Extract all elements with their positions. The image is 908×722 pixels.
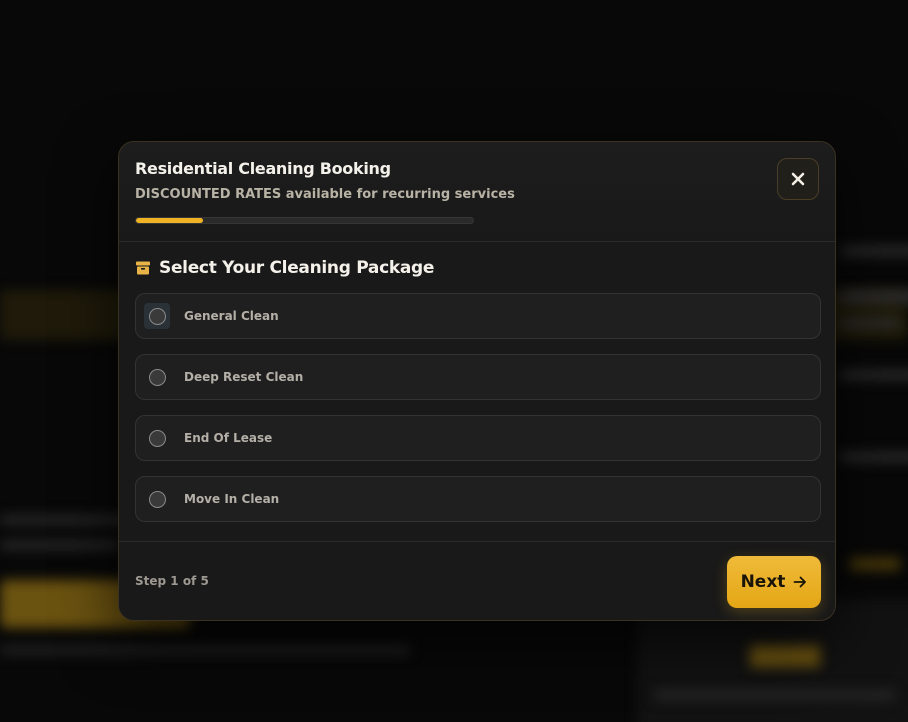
background-text-line	[840, 370, 908, 380]
radio-button[interactable]	[148, 307, 166, 325]
background-text-line	[840, 246, 908, 256]
radio-button[interactable]	[148, 490, 166, 508]
modal-footer: Step 1 of 5 Next	[119, 541, 835, 620]
radio-wrap	[144, 425, 170, 451]
background-text-line	[0, 540, 120, 550]
radio-focus-ring	[144, 303, 170, 329]
package-option-move-in-clean[interactable]: Move In Clean	[135, 476, 821, 522]
option-label: General Clean	[184, 309, 279, 323]
modal-header: Residential Cleaning Booking DISCOUNTED …	[119, 142, 835, 242]
section-title: Select Your Cleaning Package	[159, 258, 435, 278]
background-text-line	[0, 645, 410, 655]
modal-title: Residential Cleaning Booking	[135, 159, 391, 178]
step-indicator: Step 1 of 5	[135, 574, 209, 588]
next-button[interactable]: Next	[727, 556, 821, 608]
background-text-line	[655, 690, 895, 700]
package-option-general-clean[interactable]: General Clean	[135, 293, 821, 339]
background-text-line	[840, 290, 908, 304]
package-option-deep-reset-clean[interactable]: Deep Reset Clean	[135, 354, 821, 400]
option-label: Move In Clean	[184, 492, 280, 506]
background-text-line	[840, 452, 908, 462]
option-label: Deep Reset Clean	[184, 370, 304, 384]
section-header: Select Your Cleaning Package	[135, 258, 434, 278]
package-options: General Clean Deep Reset Clean End Of Le…	[135, 293, 821, 537]
close-icon	[791, 172, 805, 186]
package-option-end-of-lease[interactable]: End Of Lease	[135, 415, 821, 461]
modal-subtitle: DISCOUNTED RATES available for recurring…	[135, 187, 515, 202]
progress-bar-fill	[136, 218, 204, 223]
close-button[interactable]	[777, 158, 819, 200]
radio-wrap	[144, 486, 170, 512]
background-text-line	[0, 515, 130, 525]
radio-wrap	[144, 364, 170, 390]
background-card-price	[750, 645, 820, 667]
next-button-label: Next	[740, 572, 786, 592]
booking-modal: Residential Cleaning Booking DISCOUNTED …	[118, 141, 836, 621]
background-text-line	[850, 558, 900, 570]
radio-button[interactable]	[148, 368, 166, 386]
option-label: End Of Lease	[184, 431, 273, 445]
arrow-right-icon	[794, 576, 807, 588]
package-icon	[135, 260, 151, 276]
background-text-line	[840, 318, 900, 328]
radio-button[interactable]	[148, 429, 166, 447]
progress-bar	[135, 217, 474, 224]
